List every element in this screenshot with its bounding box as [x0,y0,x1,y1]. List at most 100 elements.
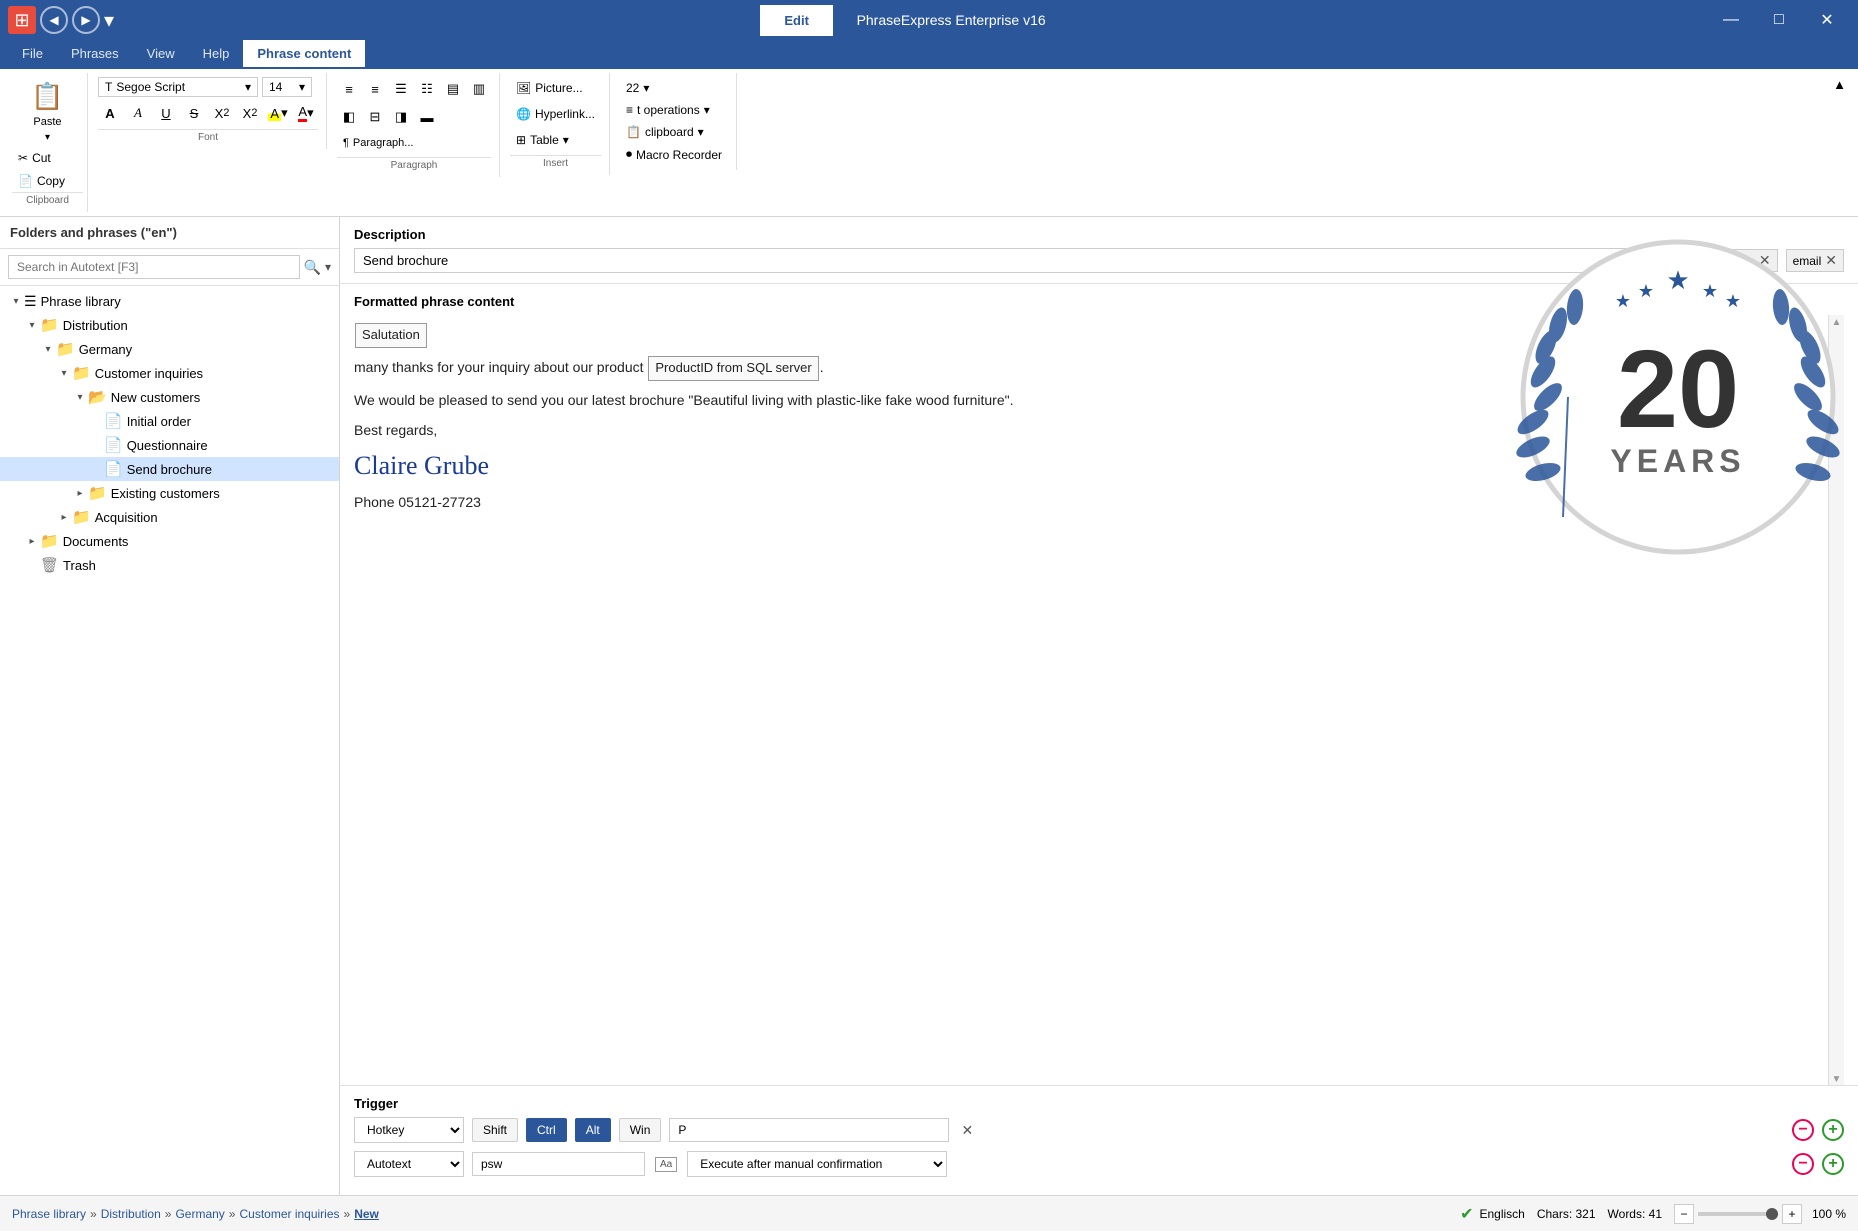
breadcrumb-phrase-library[interactable]: Phrase library [12,1207,86,1221]
expand-arrow-documents[interactable]: ▸ [24,536,40,547]
table-button[interactable]: ⊞ Table ▾ [510,129,601,151]
back-button[interactable]: ◀ [40,6,68,34]
tree-item-acquisition[interactable]: ▸ 📁 Acquisition [0,505,339,529]
numbering-button[interactable]: ☷ [415,77,439,101]
tree-item-new-customers[interactable]: ▾ 📂 New customers [0,385,339,409]
app-icon: ⊞ [8,6,36,34]
align-right-button[interactable]: ◨ [389,105,413,129]
expand-arrow-germany[interactable]: ▾ [40,344,56,355]
forward-button[interactable]: ▶ [72,6,100,34]
expand-arrow-customer-inquiries[interactable]: ▾ [56,368,72,379]
autotext-type-select[interactable]: Autotext [354,1151,464,1177]
align-center-button[interactable]: ⊟ [363,105,387,129]
italic-button[interactable]: A [126,101,150,125]
paste-button[interactable]: 📋 Paste ▾ [12,77,83,147]
tag-sales-close[interactable]: ✕ [1759,252,1771,269]
hyperlink-button[interactable]: 🌐 Hyperlink... [510,103,601,125]
shift-button[interactable]: Shift [472,1118,518,1142]
extra-button2[interactable]: ≡t operations▾ [620,99,728,121]
macro-recorder-button[interactable]: ⏺Macro Recorder [620,143,728,166]
dropdown-arrow[interactable]: ▾ [104,8,114,33]
tree-item-customer-inquiries[interactable]: ▾ 📁 Customer inquiries [0,361,339,385]
justify-button[interactable]: ▬ [415,105,439,129]
bold-button[interactable]: A [98,101,122,125]
clipboard-dropdown-button[interactable]: 📋clipboard▾ [620,121,728,143]
breadcrumb-germany[interactable]: Germany [175,1207,224,1221]
superscript-button[interactable]: X2 [238,101,262,125]
align-left-button[interactable]: ◧ [337,105,361,129]
trigger-type-select[interactable]: Hotkey [354,1117,464,1143]
cut-button[interactable]: ✂Cut [12,147,83,169]
zoom-out-button[interactable]: − [1674,1204,1694,1224]
tree-item-distribution[interactable]: ▾ 📁 Distribution [0,313,339,337]
strikethrough-button[interactable]: S [182,101,206,125]
search-icon[interactable]: 🔍 [304,259,321,276]
tree-item-trash[interactable]: ▸ 🗑 Trash [0,553,339,577]
tree-item-documents[interactable]: ▸ 📁 Documents [0,529,339,553]
ribbon-collapse[interactable]: ▲ [1829,73,1850,96]
tree-item-phrase-library[interactable]: ▾ ☰ Phrase library [0,290,339,313]
salutation-chip[interactable]: Salutation [355,323,427,348]
font-selector[interactable]: T Segoe Script ▾ [98,77,258,97]
highlight-button[interactable]: A ▾ [266,101,290,125]
tag-email-close[interactable]: ✕ [1825,252,1837,269]
autotext-remove-button[interactable]: − [1792,1153,1814,1175]
autotext-add-button[interactable]: + [1822,1153,1844,1175]
text-operations-button[interactable]: 22▾ [620,77,728,99]
hotkey-add-button[interactable]: + [1822,1119,1844,1141]
close-button[interactable]: ✕ [1804,0,1850,40]
minimize-button[interactable]: — [1708,0,1754,40]
zoom-slider[interactable] [1698,1212,1778,1216]
search-dropdown[interactable]: ▾ [325,260,331,274]
tab-help[interactable]: Help [189,40,244,69]
tree-item-germany[interactable]: ▾ 📁 Germany [0,337,339,361]
list-button[interactable]: ▤ [441,77,465,101]
tab-file[interactable]: File [8,40,57,69]
tree-item-existing-customers[interactable]: ▸ 📁 Existing customers [0,481,339,505]
alt-button[interactable]: Alt [575,1118,611,1142]
tab-phrases[interactable]: Phrases [57,40,133,69]
maximize-button[interactable]: □ [1756,0,1802,40]
breadcrumb-distribution[interactable]: Distribution [101,1207,161,1221]
tree-item-send-brochure[interactable]: ▸ 📄 Send brochure [0,457,339,481]
copy-button[interactable]: 📄Copy [12,170,83,192]
execute-select[interactable]: Execute after manual confirmation [687,1151,947,1177]
align-list1-button[interactable]: ≡ [337,77,361,101]
underline-button[interactable]: U [154,101,178,125]
key-input[interactable] [669,1118,949,1142]
bullets-button[interactable]: ☰ [389,77,413,101]
search-box: 🔍 ▾ [0,249,339,286]
hotkey-remove-button[interactable]: − [1792,1119,1814,1141]
breadcrumb-customer-inquiries[interactable]: Customer inquiries [239,1207,339,1221]
list2-button[interactable]: ▥ [467,77,491,101]
align-list2-button[interactable]: ≡ [363,77,387,101]
picture-button[interactable]: 🖼 Picture... [510,77,601,99]
tab-edit[interactable]: Edit [760,5,833,36]
tree-item-initial-order[interactable]: ▸ 📄 Initial order [0,409,339,433]
paragraph-group: ≡ ≡ ☰ ☷ ▤ ▥ ◧ ⊟ ◨ ▬ ¶ Paragraph... Parag… [329,73,500,177]
expand-arrow-new-customers[interactable]: ▾ [72,392,88,403]
hotkey-clear-button[interactable]: ✕ [957,1120,977,1140]
description-input[interactable] [354,248,1682,273]
sql-chip[interactable]: ProductID from SQL server [648,356,818,381]
expand-arrow-acquisition[interactable]: ▸ [56,512,72,523]
win-button[interactable]: Win [619,1118,662,1142]
trigger-label: Trigger [354,1096,1844,1111]
tab-view[interactable]: View [133,40,189,69]
zoom-in-button[interactable]: + [1782,1204,1802,1224]
font-size-selector[interactable]: 14 ▾ [262,77,312,97]
font-color-button[interactable]: A ▾ [294,101,318,125]
expand-arrow-distribution[interactable]: ▾ [24,320,40,331]
tree-item-questionnaire[interactable]: ▸ 📄 Questionnaire [0,433,339,457]
tag-clear-icon[interactable]: 🔍 [1690,252,1707,269]
autotext-input[interactable] [472,1152,645,1176]
subscript-button[interactable]: X2 [210,101,234,125]
expand-arrow-existing-customers[interactable]: ▸ [72,488,88,499]
search-input[interactable] [8,255,300,279]
paragraph-button[interactable]: ¶ Paragraph... [337,133,419,153]
ctrl-button[interactable]: Ctrl [526,1118,567,1142]
scrollbar[interactable]: ▲ ▼ [1828,315,1844,1085]
phrase-content-area[interactable]: Salutation many thanks for your inquiry … [354,315,1828,1085]
tab-phrase-content[interactable]: Phrase content [243,40,365,69]
expand-arrow-phrase-library[interactable]: ▾ [8,296,24,307]
